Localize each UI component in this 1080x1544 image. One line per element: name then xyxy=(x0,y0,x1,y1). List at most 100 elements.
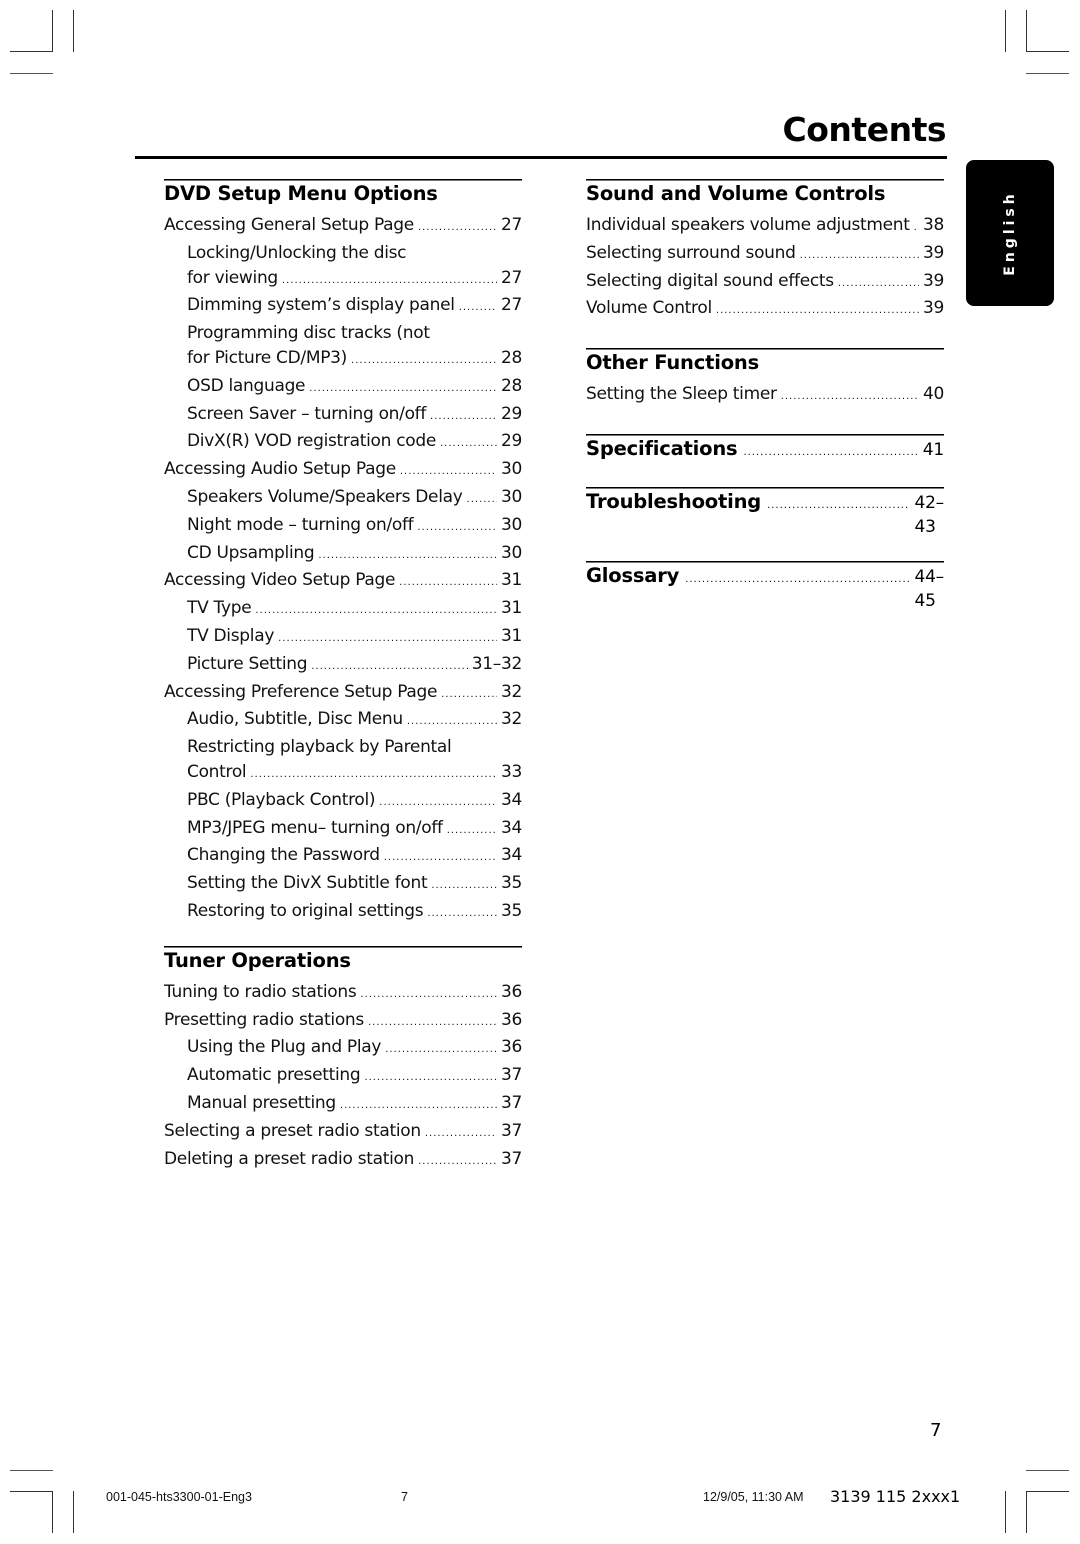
footer-page: 7 xyxy=(401,1490,408,1504)
crop-mark xyxy=(73,1491,74,1533)
toc-entry[interactable]: Setting the Sleep timer 40 xyxy=(586,382,944,410)
section-rule xyxy=(164,179,522,181)
toc-entry[interactable]: CD Upsampling 30 xyxy=(164,541,522,569)
leader-dots xyxy=(431,874,497,899)
entry-label: Night mode – turning on/off xyxy=(187,514,414,535)
section-rule xyxy=(586,433,944,436)
toc-entry[interactable]: Setting the DivX Subtitle font 35 xyxy=(164,871,522,899)
entry-label: Audio, Subtitle, Disc Menu xyxy=(187,709,403,730)
entry-page: 27 xyxy=(500,215,522,235)
leader-dots xyxy=(716,299,919,324)
toc-entry[interactable]: Night mode – turning on/off 30 xyxy=(164,513,522,541)
leader-dots xyxy=(838,272,919,297)
entry-label: MP3/JPEG menu– turning on/off xyxy=(187,817,443,838)
entry-page: 33 xyxy=(500,761,522,782)
leader-dots xyxy=(430,405,497,430)
entry-page: 34 xyxy=(500,817,522,838)
toc-entry[interactable]: TV Display 31 xyxy=(164,624,522,652)
leader-dots xyxy=(800,244,919,269)
entry-label: Using the Plug and Play xyxy=(187,1037,382,1058)
entry-label: CD Upsampling xyxy=(187,542,315,563)
toc-heading-entry[interactable]: Specifications 41 xyxy=(586,437,944,465)
leader-dots xyxy=(781,385,919,410)
entry-label: TV Type xyxy=(187,598,252,619)
toc-entry[interactable]: Accessing Preference Setup Page 32 xyxy=(164,680,522,708)
toc-heading-entry[interactable]: Troubleshooting 42–43 xyxy=(586,490,944,539)
leader-dots xyxy=(743,441,918,465)
crop-mark xyxy=(10,73,53,74)
toc-entry[interactable]: TV Type 31 xyxy=(164,596,522,624)
leader-dots xyxy=(311,655,467,680)
toc-entry[interactable]: Dimming system’s display panel 27 xyxy=(164,293,522,321)
footer-file: 001-045-hts3300-01-Eng3 xyxy=(106,1490,252,1504)
leader-dots xyxy=(399,571,497,596)
toc-entry[interactable]: Automatic presetting 37 xyxy=(164,1063,522,1091)
toc-entry[interactable]: Screen Saver – turning on/off 29 xyxy=(164,402,522,430)
entry-label: Individual speakers volume adjustment xyxy=(586,215,910,235)
entry-page: 37 xyxy=(500,1065,522,1086)
toc-entry[interactable]: Picture Setting 31–32 xyxy=(164,652,522,680)
entry-label: Accessing Video Setup Page xyxy=(164,570,396,591)
toc-entry[interactable]: Deleting a preset radio station 37 xyxy=(164,1147,522,1175)
toc-entry[interactable]: for viewing 27 xyxy=(164,266,522,294)
footer-code: 3139 115 2xxx1 xyxy=(830,1487,961,1506)
crop-mark xyxy=(1026,1491,1027,1533)
entry-label: TV Display xyxy=(187,625,275,646)
toc-entry[interactable]: Programming disc tracks (not xyxy=(164,321,522,346)
entry-label: Volume Control xyxy=(586,298,712,319)
leader-dots xyxy=(368,1011,497,1036)
entry-page: 29 xyxy=(500,403,522,424)
toc-entry[interactable]: Manual presetting 37 xyxy=(164,1091,522,1119)
entry-label: Accessing Audio Setup Page xyxy=(164,459,396,480)
leader-dots xyxy=(685,568,910,592)
toc-entry[interactable]: Using the Plug and Play 36 xyxy=(164,1035,522,1063)
toc-heading-entry[interactable]: Glossary 44–45 xyxy=(586,564,944,613)
toc-entry[interactable]: Tuning to radio stations 36 xyxy=(164,980,522,1008)
crop-mark xyxy=(10,1491,53,1492)
entry-label: Setting the DivX Subtitle font xyxy=(187,873,428,894)
entry-page: 32 xyxy=(500,709,522,730)
toc-entry[interactable]: Locking/Unlocking the disc xyxy=(164,241,522,266)
leader-dots xyxy=(340,1094,497,1119)
entry-label: Setting the Sleep timer xyxy=(586,384,777,405)
entry-page: 27 xyxy=(500,267,522,288)
entry-label: Dimming system’s display panel xyxy=(187,295,455,316)
toc-entry[interactable]: Changing the Password 34 xyxy=(164,843,522,871)
toc-entry[interactable]: Restricting playback by Parental xyxy=(164,735,522,760)
entry-page: 30 xyxy=(500,486,522,507)
leader-dots xyxy=(418,1150,497,1175)
toc-entry[interactable]: Speakers Volume/Speakers Delay 30 xyxy=(164,485,522,513)
toc-entry[interactable]: Accessing Audio Setup Page 30 xyxy=(164,457,522,485)
entry-label: Troubleshooting xyxy=(586,489,762,513)
toc-entry[interactable]: for Picture CD/MP3) 28 xyxy=(164,346,522,374)
leader-dots xyxy=(255,599,497,624)
toc-entry[interactable]: Restoring to original settings 35 xyxy=(164,899,522,927)
toc-entry[interactable]: Volume Control 39 xyxy=(586,296,944,324)
toc-entry[interactable]: Control 33 xyxy=(164,760,522,788)
entry-label: Accessing General Setup Page xyxy=(164,215,414,235)
toc-entry[interactable]: Presetting radio stations 36 xyxy=(164,1008,522,1036)
toc-entry[interactable]: Selecting surround sound 39 xyxy=(586,241,944,269)
toc-entry[interactable]: MP3/JPEG menu– turning on/off 34 xyxy=(164,816,522,844)
leader-dots xyxy=(441,683,497,708)
toc-entry[interactable]: Audio, Subtitle, Disc Menu 32 xyxy=(164,707,522,735)
leader-dots xyxy=(400,460,497,485)
toc-entry[interactable]: Accessing Video Setup Page 31 xyxy=(164,568,522,596)
footer-timestamp: 12/9/05, 11:30 AM xyxy=(703,1490,804,1504)
left-column: DVD Setup Menu Options Accessing General … xyxy=(164,179,522,1174)
toc-entry[interactable]: Selecting digital sound effects 39 xyxy=(586,269,944,297)
entry-page: 36 xyxy=(500,1009,522,1030)
toc-entry[interactable]: PBC (Playback Control) 34 xyxy=(164,788,522,816)
entry-label: Changing the Password xyxy=(187,845,380,866)
entry-label: Locking/Unlocking the disc xyxy=(187,242,407,263)
leader-dots xyxy=(351,349,497,374)
leader-dots xyxy=(384,846,497,871)
crop-mark xyxy=(1026,1491,1069,1492)
toc-entry[interactable]: DivX(R) VOD registration code 29 xyxy=(164,429,522,457)
toc-entry[interactable]: Individual speakers volume adjustment 38 xyxy=(586,213,944,241)
toc-entry[interactable]: Accessing General Setup Page 27 xyxy=(164,213,522,241)
entry-page: 35 xyxy=(500,900,522,921)
toc-entry[interactable]: OSD language 28 xyxy=(164,374,522,402)
toc-section: Sound and Volume Controls Individual spea… xyxy=(586,179,944,324)
toc-entry[interactable]: Selecting a preset radio station 37 xyxy=(164,1119,522,1147)
